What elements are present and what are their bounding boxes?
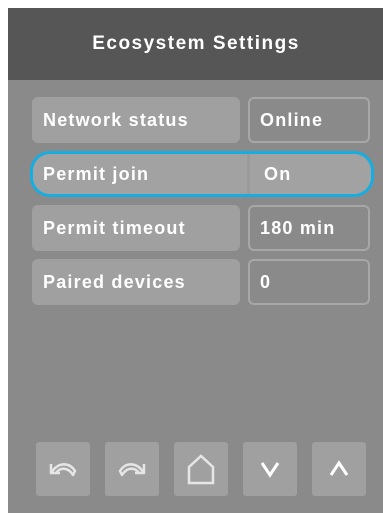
setting-row-permit-join[interactable]: Permit join On bbox=[30, 151, 374, 197]
home-icon bbox=[187, 454, 215, 485]
nav-button-bar bbox=[36, 442, 366, 496]
undo-button[interactable] bbox=[36, 442, 90, 496]
page-title: Ecosystem Settings bbox=[92, 33, 300, 54]
setting-value: 0 bbox=[248, 259, 370, 305]
redo-icon bbox=[118, 463, 146, 477]
scroll-up-button[interactable] bbox=[312, 442, 366, 496]
setting-value: On bbox=[250, 154, 371, 194]
setting-label: Network status bbox=[32, 97, 240, 143]
device-screen: Ecosystem Settings Network status Online… bbox=[8, 8, 383, 513]
redo-button[interactable] bbox=[105, 442, 159, 496]
home-button[interactable] bbox=[174, 442, 228, 496]
setting-label: Paired devices bbox=[32, 259, 240, 305]
setting-row-paired-devices[interactable]: Paired devices 0 bbox=[32, 259, 372, 305]
setting-label: Permit join bbox=[33, 154, 247, 194]
setting-row-network-status[interactable]: Network status Online bbox=[32, 97, 372, 143]
setting-value: 180 min bbox=[248, 205, 370, 251]
setting-value: Online bbox=[248, 97, 370, 143]
scroll-down-button[interactable] bbox=[243, 442, 297, 496]
chevron-down-icon bbox=[260, 462, 280, 478]
setting-label: Permit timeout bbox=[32, 205, 240, 251]
chevron-up-icon bbox=[329, 460, 349, 476]
header-bar: Ecosystem Settings bbox=[8, 8, 383, 80]
setting-row-permit-timeout[interactable]: Permit timeout 180 min bbox=[32, 205, 372, 251]
undo-icon bbox=[49, 463, 77, 477]
